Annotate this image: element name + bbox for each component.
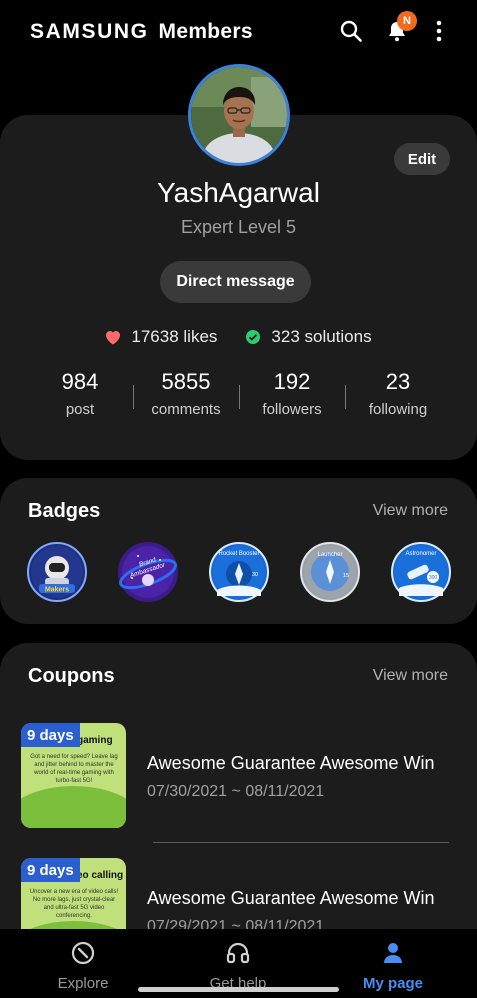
profile-summary: 17638 likes 323 solutions — [0, 327, 477, 347]
more-vertical-icon[interactable] — [426, 18, 452, 44]
profile-level: Expert Level 5 — [180, 217, 297, 237]
brand-samsung: SAMSUNG — [30, 20, 149, 43]
count-label: followers — [262, 401, 322, 418]
hill-graphic — [21, 786, 126, 828]
badge-list: Makers Brand Ambassador Rocket Booster 3… — [27, 542, 451, 602]
thumbnail-title: eo calling — [77, 870, 124, 881]
profile-counts: 984 post 5855 comments 192 followers 23 … — [27, 365, 451, 425]
launcher-badge[interactable]: Launcher 15 — [300, 542, 360, 602]
coupon-title: Awesome Guarantee Awesome Win — [147, 753, 435, 773]
coupons-view-more-link[interactable]: View more — [373, 667, 448, 685]
coupon-title: Awesome Guarantee Awesome Win — [147, 888, 435, 908]
thumbnail-description: Uncover a new era of video calls! No mor… — [29, 889, 119, 919]
coupon-thumbnail: gaming Got a need for speed? Leave lag a… — [21, 723, 126, 828]
thumbnail-description: Got a need for speed? Leave lag and jitt… — [30, 754, 118, 784]
profile-card: Edit YashAgarwal Expert Level 5 Direct m… — [0, 115, 477, 460]
solutions-stat: 323 solutions — [245, 327, 372, 347]
count-value: 23 — [385, 369, 411, 394]
avatar[interactable] — [188, 64, 290, 166]
thumbnail-title: gaming — [77, 735, 113, 746]
brand-ambassador-badge[interactable]: Brand Ambassador — [118, 542, 178, 602]
nav-my-page[interactable]: My page — [333, 939, 453, 992]
coupons-title: Coupons — [28, 665, 115, 687]
profile-username: YashAgarwal — [157, 177, 320, 208]
heart-icon — [106, 330, 121, 344]
top-app-bar: SAMSUNG Members N — [0, 0, 477, 64]
divider — [153, 842, 449, 843]
days-left-badge: 9 days — [21, 858, 80, 882]
rocket-booster-badge[interactable]: Rocket Booster 30 — [209, 542, 269, 602]
app-logo: SAMSUNG Members — [30, 20, 253, 44]
coupon-date: 07/30/2021 ~ 08/11/2021 — [147, 783, 325, 800]
days-left-badge: 9 days — [21, 723, 80, 747]
makers-badge[interactable]: Makers — [27, 542, 87, 602]
nav-label: My page — [362, 975, 423, 992]
home-indicator[interactable] — [138, 987, 339, 992]
search-icon[interactable] — [338, 18, 364, 44]
nav-label: Explore — [57, 975, 109, 992]
headset-icon — [178, 939, 298, 967]
check-circle-icon — [246, 330, 261, 344]
svg-text:15: 15 — [343, 573, 349, 579]
brand-members: Members — [158, 20, 253, 43]
comments-count[interactable]: 5855 comments — [133, 365, 239, 425]
svg-text:Makers: Makers — [45, 587, 69, 594]
svg-text:Astronomer: Astronomer — [405, 551, 436, 557]
compass-icon — [23, 939, 143, 967]
likes-stat: 17638 likes — [105, 327, 217, 347]
following-count[interactable]: 23 following — [345, 365, 451, 425]
count-value: 984 — [61, 369, 99, 394]
badges-view-more-link[interactable]: View more — [373, 502, 448, 520]
svg-text:Rocket Booster: Rocket Booster — [218, 551, 259, 557]
badges-card: Badges View more Makers Brand Ambassador — [0, 478, 477, 624]
svg-text:300: 300 — [429, 575, 438, 581]
direct-message-button[interactable]: Direct message — [160, 261, 311, 303]
person-icon — [333, 939, 453, 967]
count-label: following — [368, 401, 428, 418]
edit-profile-button[interactable]: Edit — [394, 143, 450, 175]
coupon-item[interactable]: gaming Got a need for speed? Leave lag a… — [21, 723, 449, 828]
solutions-count: 323 solutions — [271, 327, 372, 346]
svg-text:Launcher: Launcher — [317, 552, 342, 558]
count-value: 192 — [273, 369, 311, 394]
count-label: comments — [151, 401, 221, 418]
nav-explore[interactable]: Explore — [23, 939, 143, 992]
svg-text:30: 30 — [252, 572, 258, 578]
notification-badge: N — [397, 11, 417, 31]
count-value: 5855 — [161, 369, 211, 394]
count-label: post — [65, 401, 95, 418]
likes-count: 17638 likes — [131, 327, 218, 346]
badges-title: Badges — [28, 500, 101, 522]
astronomer-badge[interactable]: Astronomer 300 — [391, 542, 451, 602]
followers-count[interactable]: 192 followers — [239, 365, 345, 425]
posts-count[interactable]: 984 post — [27, 365, 133, 425]
nav-get-help[interactable]: Get help — [178, 939, 298, 992]
